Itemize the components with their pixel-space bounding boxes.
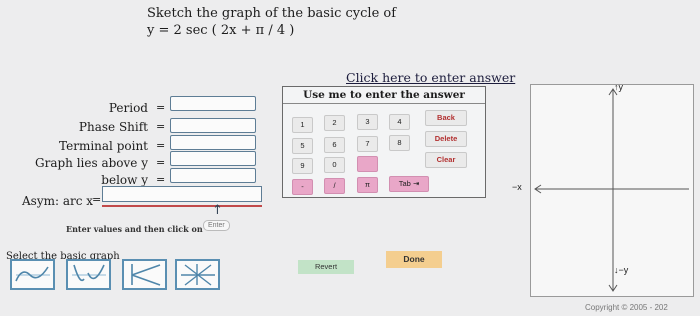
key-6[interactable]: 6: [324, 137, 345, 153]
keypad-title: Use me to enter the answer: [303, 89, 465, 101]
y-axis-label: ↑y: [614, 82, 623, 92]
key-3[interactable]: 3: [357, 114, 378, 130]
graph-below-field[interactable]: [170, 168, 256, 183]
cosecant-shape-icon: [15, 266, 50, 282]
key-9[interactable]: 9: [292, 158, 313, 174]
key-2[interactable]: 2: [324, 115, 345, 131]
question-equation: y = 2 sec ( 2x + π / 4 ): [147, 23, 295, 38]
key-0[interactable]: 0: [324, 157, 345, 173]
revert-button[interactable]: Revert: [298, 260, 354, 274]
graph-option-tangent[interactable]: [175, 259, 220, 290]
enter-answer-link[interactable]: Click here to enter answer: [346, 70, 515, 85]
terminal-point-label: Terminal point: [59, 139, 148, 153]
asymptote-underline: [102, 205, 262, 207]
asymptote-field[interactable]: [102, 186, 262, 202]
graph-above-label: Graph lies above y: [35, 156, 148, 170]
graph-above-field[interactable]: [170, 151, 256, 166]
instructions-text: Enter values and then click on →: [66, 224, 213, 234]
graph-option-cosecant[interactable]: [10, 259, 55, 290]
period-label: Period: [108, 101, 148, 115]
key-fraction[interactable]: /: [324, 178, 345, 194]
phase-shift-field[interactable]: [170, 118, 256, 133]
equals-sign: =: [156, 173, 166, 186]
phase-shift-label: Phase Shift: [78, 120, 148, 134]
graph-option-secant[interactable]: [66, 259, 111, 290]
graph-canvas[interactable]: [530, 84, 694, 297]
key-8[interactable]: 8: [389, 135, 410, 151]
back-button[interactable]: Back: [425, 110, 467, 126]
copyright-text: Copyright © 2005 - 202: [585, 303, 668, 312]
key-pi[interactable]: π: [357, 177, 378, 193]
tab-key[interactable]: Tab ⇥: [389, 176, 429, 192]
equals-sign: =: [156, 101, 166, 114]
asymptote-label: Asym: arc x: [22, 194, 94, 208]
delete-button[interactable]: Delete: [425, 131, 467, 147]
enter-button[interactable]: Enter: [203, 220, 230, 231]
neg-x-axis-label: −x: [512, 182, 522, 192]
tangent-shape-icon: [181, 264, 215, 286]
key-4[interactable]: 4: [389, 114, 410, 130]
equals-sign: =: [156, 120, 166, 133]
key-minus[interactable]: -: [292, 179, 313, 195]
secant-shape-icon: [72, 264, 106, 282]
graph-below-label: below y: [101, 173, 148, 187]
key-1[interactable]: 1: [292, 117, 313, 133]
key-power[interactable]: [357, 156, 378, 172]
equals-sign: =: [92, 193, 102, 206]
cotangent-shape-icon: [131, 264, 161, 286]
question-line-1: Sketch the graph of the basic cycle of: [147, 6, 397, 21]
terminal-point-field[interactable]: [170, 135, 256, 150]
arrow-up-icon: ↑: [212, 203, 223, 218]
key-7[interactable]: 7: [357, 136, 378, 152]
keypad-divider: [283, 103, 485, 104]
period-field[interactable]: [170, 96, 256, 111]
equals-sign: =: [156, 156, 166, 169]
neg-y-axis-label: ↓−y: [614, 265, 629, 275]
graph-axes: [534, 88, 689, 292]
equals-sign: =: [156, 139, 166, 152]
done-button[interactable]: Done: [386, 251, 442, 268]
graph-option-cotangent[interactable]: [122, 259, 167, 290]
key-5[interactable]: 5: [292, 138, 313, 154]
clear-button[interactable]: Clear: [425, 152, 467, 168]
